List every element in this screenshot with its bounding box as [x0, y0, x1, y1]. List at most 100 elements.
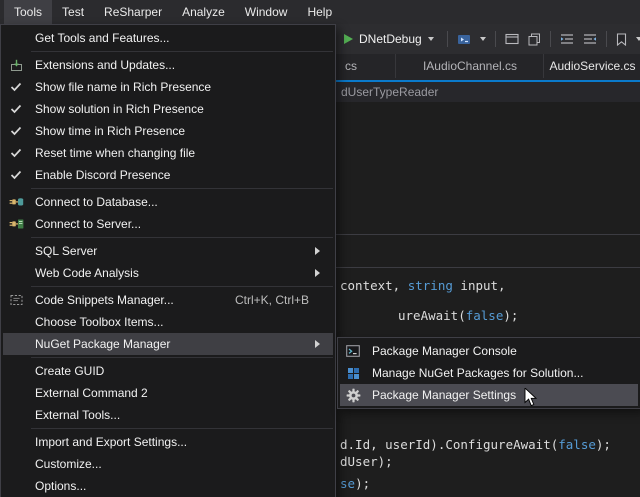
check-icon [3, 126, 29, 136]
menubar-item-resharper[interactable]: ReSharper [94, 0, 172, 24]
code-keyword: string [408, 278, 453, 293]
menu-item-shortcut: Ctrl+K, Ctrl+B [235, 293, 333, 307]
menu-item-label: Create GUID [29, 364, 333, 378]
menubar-item-window[interactable]: Window [235, 0, 298, 24]
menu-item-choose-toolbox-items[interactable]: Choose Toolbox Items... [3, 311, 333, 333]
menu-item-label: Customize... [29, 457, 333, 471]
toolbar-separator [495, 31, 496, 47]
tab-partial[interactable]: cs [337, 54, 402, 78]
code-line: d.Id, userId).ConfigureAwait(false); [340, 437, 611, 452]
menu-item-extensions-and-updates[interactable]: Extensions and Updates... [3, 54, 333, 76]
code-keyword: se [340, 476, 355, 491]
manage-packages-icon [340, 367, 366, 380]
menu-item-label: Get Tools and Features... [29, 31, 333, 45]
navigation-bar-dropdown[interactable]: dUserTypeReader [341, 82, 438, 102]
menu-item-label: Extensions and Updates... [29, 58, 333, 72]
submenu-item-manage-nuget-packages[interactable]: Manage NuGet Packages for Solution... [340, 362, 638, 384]
code-line: se); [340, 476, 370, 491]
menu-item-label: Show solution in Rich Presence [29, 102, 333, 116]
menu-item-label: Connect to Database... [29, 195, 333, 209]
toolbar-overflow-icon[interactable] [636, 37, 640, 41]
start-debug-button[interactable]: DNetDebug [340, 30, 438, 48]
menubar-item-analyze[interactable]: Analyze [172, 0, 235, 24]
code-line: dUser); [340, 454, 393, 469]
menu-item-label: Import and Export Settings... [29, 435, 333, 449]
submenu-arrow-icon [315, 247, 320, 255]
menubar-item-tools[interactable]: Tools [4, 0, 52, 24]
submenu-item-package-manager-settings[interactable]: Package Manager Settings [340, 384, 638, 406]
play-icon [344, 34, 353, 44]
menu-item-label: Show file name in Rich Presence [29, 80, 333, 94]
menu-item-label: Package Manager Console [366, 344, 638, 358]
dropdown-caret-icon[interactable] [480, 37, 486, 41]
menu-item-label: Show time in Rich Presence [29, 124, 333, 138]
code-keyword: false [558, 437, 596, 452]
menubar: Tools Test ReSharper Analyze Window Help [0, 0, 640, 24]
menu-item-reset-time[interactable]: Reset time when changing file [3, 142, 333, 164]
menu-item-external-command-2[interactable]: External Command 2 [3, 382, 333, 404]
menu-item-show-time[interactable]: Show time in Rich Presence [3, 120, 333, 142]
menubar-item-help[interactable]: Help [297, 0, 342, 24]
outdent-icon[interactable] [583, 33, 597, 45]
code-text: ); [355, 476, 370, 491]
code-keyword: false [466, 308, 504, 323]
menu-item-label: Web Code Analysis [29, 266, 315, 280]
window-icon[interactable] [505, 33, 519, 45]
menu-item-label: Choose Toolbox Items... [29, 315, 333, 329]
console-icon [340, 345, 366, 357]
menu-item-create-guid[interactable]: Create GUID [3, 360, 333, 382]
menu-item-label: NuGet Package Manager [29, 337, 315, 351]
menu-item-sql-server[interactable]: SQL Server [3, 240, 333, 262]
menu-item-connect-to-database[interactable]: Connect to Database... [3, 191, 333, 213]
vs-window: Tools Test ReSharper Analyze Window Help… [0, 0, 640, 497]
tab-audioservice[interactable]: AudioService.cs [543, 54, 640, 78]
menu-item-code-snippets-manager[interactable]: Code Snippets Manager... Ctrl+K, Ctrl+B [3, 289, 333, 311]
code-line: ureAwait(false); [398, 308, 518, 323]
menu-separator [31, 51, 333, 52]
code-text: d.Id, userId).ConfigureAwait( [340, 437, 558, 452]
menu-separator [31, 286, 333, 287]
code-text: context, [340, 278, 408, 293]
toolbar-separator [606, 31, 607, 47]
submenu-arrow-icon [315, 269, 320, 277]
menu-separator [31, 237, 333, 238]
menu-separator [31, 428, 333, 429]
submenu-item-package-manager-console[interactable]: Package Manager Console [340, 340, 638, 362]
menu-item-label: Enable Discord Presence [29, 168, 333, 182]
menu-item-label: Options... [29, 479, 333, 493]
code-text: ureAwait( [398, 308, 466, 323]
mouse-cursor [524, 388, 538, 411]
attach-debugger-icon[interactable] [457, 33, 471, 46]
menu-item-web-code-analysis[interactable]: Web Code Analysis [3, 262, 333, 284]
menu-item-connect-to-server[interactable]: Connect to Server... [3, 213, 333, 235]
code-text: input, [453, 278, 506, 293]
menu-item-label: Connect to Server... [29, 217, 333, 231]
menu-item-enable-discord-presence[interactable]: Enable Discord Presence [3, 164, 333, 186]
menu-item-label: Reset time when changing file [29, 146, 333, 160]
copy-icon[interactable] [528, 33, 541, 46]
tab-iaudiochannel[interactable]: IAudioChannel.cs [395, 54, 544, 78]
extensions-icon [3, 59, 29, 72]
menu-item-external-tools[interactable]: External Tools... [3, 404, 333, 426]
check-icon [3, 148, 29, 158]
menu-item-customize[interactable]: Customize... [3, 453, 333, 475]
server-plug-icon [3, 218, 29, 230]
check-icon [3, 82, 29, 92]
menu-item-import-export-settings[interactable]: Import and Export Settings... [3, 431, 333, 453]
menu-item-nuget-package-manager[interactable]: NuGet Package Manager [3, 333, 333, 355]
menu-item-options[interactable]: Options... [3, 475, 333, 497]
code-text: ); [503, 308, 518, 323]
menu-item-label: SQL Server [29, 244, 315, 258]
menubar-item-test[interactable]: Test [52, 0, 94, 24]
menu-item-show-solution[interactable]: Show solution in Rich Presence [3, 98, 333, 120]
bookmark-icon[interactable] [616, 33, 627, 46]
dropdown-caret-icon [428, 37, 434, 41]
menu-separator [31, 357, 333, 358]
toolbar-separator [550, 31, 551, 47]
indent-icon[interactable] [560, 33, 574, 45]
menu-item-show-file-name[interactable]: Show file name in Rich Presence [3, 76, 333, 98]
menu-item-label: External Tools... [29, 408, 333, 422]
menu-item-label: Package Manager Settings [366, 388, 638, 402]
menu-item-get-tools-and-features[interactable]: Get Tools and Features... [3, 27, 333, 49]
code-line: context, string input, [340, 278, 506, 293]
